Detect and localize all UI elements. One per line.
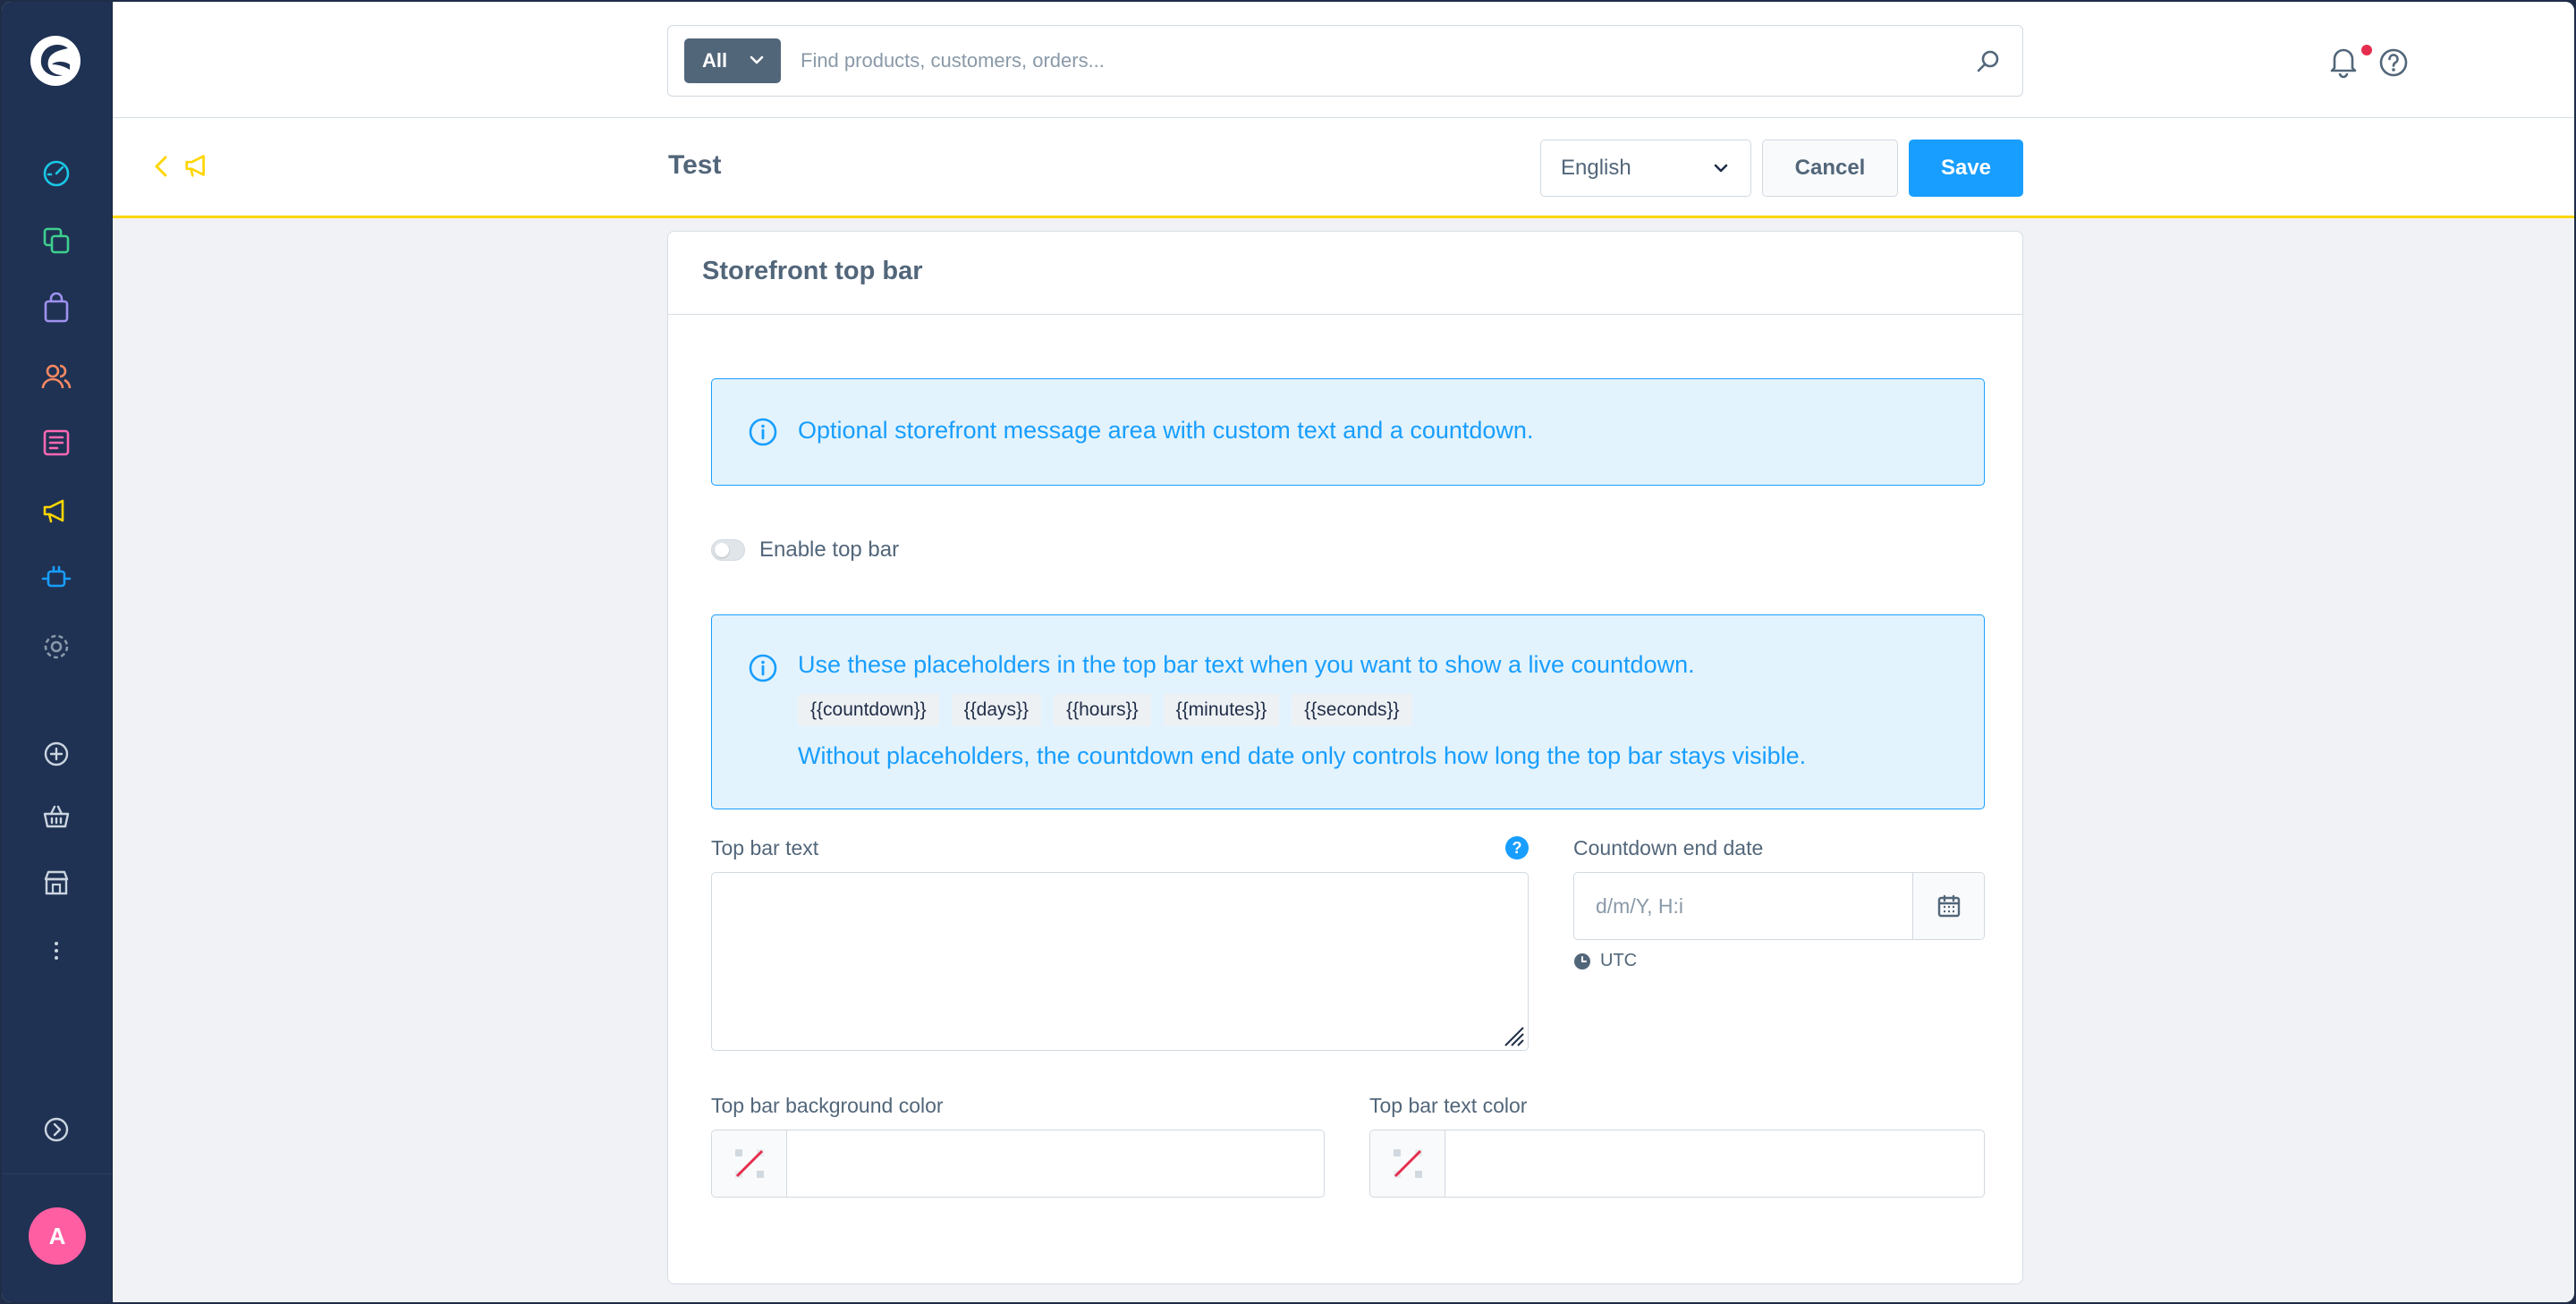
bg-color-swatch[interactable] <box>712 1130 787 1197</box>
customers-icon[interactable] <box>38 358 75 395</box>
storefront-top-bar-card: Storefront top bar Optional storefront m… <box>667 231 2023 1284</box>
top-bar-text-label: Top bar text <box>711 836 819 859</box>
search-type-dropdown[interactable]: All <box>684 38 781 83</box>
countdown-end-date-input[interactable] <box>1574 873 1914 939</box>
text-color-label: Top bar text color <box>1369 1094 1528 1117</box>
placeholder-info-text: Use these placeholders in the top bar te… <box>798 651 1695 678</box>
marketing-module-icon <box>185 155 205 177</box>
help-icon[interactable] <box>2376 45 2411 80</box>
calendar-button[interactable] <box>1912 873 1984 939</box>
info-alert-text: Optional storefront message area with cu… <box>798 417 1534 444</box>
basket-icon[interactable] <box>38 798 75 835</box>
placeholder-chip-countdown: {{countdown}} <box>798 694 939 726</box>
more-icon[interactable] <box>38 932 75 970</box>
info-icon <box>749 654 777 682</box>
app-window: A All Test English Cancel Save Storefron… <box>2 2 2574 1302</box>
cancel-button[interactable]: Cancel <box>1762 140 1898 197</box>
top-bar: All <box>113 2 2574 118</box>
notification-badge <box>2361 45 2372 55</box>
chevron-down-icon <box>1714 164 1728 173</box>
countdown-end-date-field <box>1573 872 1985 940</box>
global-search: All <box>667 25 2023 97</box>
back-arrow-icon[interactable] <box>148 152 174 181</box>
sidebar-divider <box>2 1173 113 1174</box>
resize-handle-icon[interactable] <box>1500 1022 1525 1047</box>
add-sales-channel-icon[interactable] <box>38 735 75 773</box>
language-select[interactable]: English <box>1540 140 1751 197</box>
placeholder-chip-minutes: {{minutes}} <box>1163 694 1280 726</box>
bell-icon[interactable] <box>2326 43 2361 79</box>
catalogues-icon[interactable] <box>38 222 75 259</box>
no-color-icon <box>734 1149 764 1178</box>
info-alert: Optional storefront message area with cu… <box>711 378 1985 486</box>
dashboard-icon[interactable] <box>38 154 75 191</box>
enable-top-bar-label[interactable]: Enable top bar <box>759 538 899 563</box>
extensions-icon[interactable] <box>38 560 75 597</box>
enable-top-bar-toggle[interactable] <box>711 539 745 561</box>
content-icon[interactable] <box>38 424 75 461</box>
card-divider <box>668 314 2022 315</box>
placeholder-info-note: Without placeholders, the countdown end … <box>798 742 1807 769</box>
text-color-input[interactable] <box>1445 1130 1984 1197</box>
no-color-icon <box>1393 1149 1422 1178</box>
timezone-hint: UTC <box>1573 951 1637 971</box>
search-type-label: All <box>702 49 728 72</box>
text-color-swatch[interactable] <box>1370 1130 1445 1197</box>
bg-color-field <box>711 1130 1325 1198</box>
placeholder-info-alert: Use these placeholders in the top bar te… <box>711 614 1985 809</box>
marketing-icon[interactable] <box>38 492 75 529</box>
text-color-field <box>1369 1130 1985 1198</box>
search-icon[interactable] <box>1974 47 2003 76</box>
settings-icon[interactable] <box>38 628 75 665</box>
info-icon <box>749 418 777 446</box>
timezone-label: UTC <box>1600 951 1638 970</box>
page-title: Test <box>668 150 722 180</box>
sidebar: A <box>2 2 113 1302</box>
help-tooltip-icon[interactable]: ? <box>1505 836 1529 859</box>
countdown-end-date-label: Countdown end date <box>1573 836 1764 859</box>
placeholder-chip-seconds: {{seconds}} <box>1292 694 1412 726</box>
shopware-logo-icon[interactable] <box>29 34 82 88</box>
placeholder-chip-hours: {{hours}} <box>1054 694 1151 726</box>
bg-color-input[interactable] <box>787 1130 1324 1197</box>
user-avatar[interactable]: A <box>29 1207 86 1265</box>
clock-icon <box>1574 953 1590 970</box>
storefront-icon[interactable] <box>38 864 75 902</box>
placeholder-chips: {{countdown}} {{days}} {{hours}} {{minut… <box>798 694 1412 726</box>
language-select-value: English <box>1561 156 1631 180</box>
bg-color-label: Top bar background color <box>711 1094 944 1117</box>
card-title: Storefront top bar <box>702 257 923 285</box>
placeholder-chip-days: {{days}} <box>951 694 1042 726</box>
top-bar-text-input[interactable] <box>711 872 1529 1051</box>
calendar-icon <box>1937 894 1960 918</box>
expand-sidebar-icon[interactable] <box>38 1111 75 1148</box>
page-header: Test English Cancel Save <box>113 118 2574 218</box>
save-button[interactable]: Save <box>1909 140 2023 197</box>
orders-icon[interactable] <box>38 290 75 327</box>
search-input[interactable] <box>801 38 1963 83</box>
chevron-down-icon <box>750 55 764 64</box>
